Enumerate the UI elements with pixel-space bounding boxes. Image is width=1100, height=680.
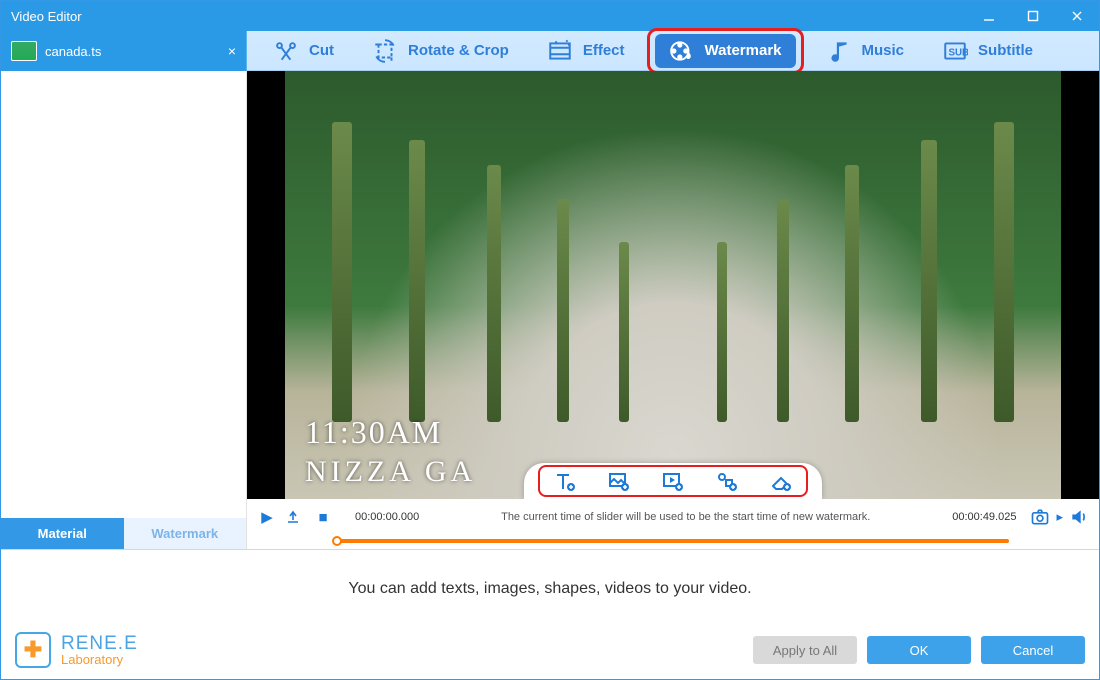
filmstrip-sparkle-icon: [547, 38, 573, 64]
snapshot-button[interactable]: [1030, 507, 1050, 527]
add-text-watermark[interactable]: [552, 469, 578, 495]
file-thumbnail: [11, 41, 37, 61]
file-tab-close[interactable]: ×: [228, 43, 236, 59]
close-icon: [1071, 10, 1083, 22]
toolbar-label: Rotate & Crop: [408, 42, 509, 59]
sidebar-tab-watermark[interactable]: Watermark: [124, 518, 247, 549]
image-plus-icon: [607, 470, 631, 494]
toolbar-label: Music: [862, 42, 905, 59]
file-tab-label: canada.ts: [45, 44, 101, 59]
minimize-button[interactable]: [967, 1, 1011, 31]
subtitle-icon: SUB: [942, 38, 968, 64]
timeline-slider[interactable]: [247, 535, 1099, 549]
toolbar-label: Effect: [583, 42, 625, 59]
scissors-icon: [273, 38, 299, 64]
end-time: 00:00:49.025: [952, 511, 1016, 523]
reel-droplet-icon: [669, 38, 695, 64]
add-image-watermark[interactable]: [606, 469, 632, 495]
tab-watermark[interactable]: Watermark: [655, 34, 796, 68]
music-note-icon: [826, 38, 852, 64]
minimize-icon: [983, 10, 995, 22]
eraser-plus-icon: [769, 470, 793, 494]
tab-effect[interactable]: Effect: [539, 35, 633, 67]
export-icon: [285, 509, 301, 525]
chevron-right-icon: ▸: [1056, 509, 1063, 525]
brand-logo-icon: ✚: [15, 632, 51, 668]
window-title: Video Editor: [11, 9, 967, 24]
stop-button[interactable]: ■: [313, 509, 333, 526]
sidebar-tab-material[interactable]: Material: [1, 518, 124, 549]
eraser-watermark[interactable]: [768, 469, 794, 495]
sidebar-tabs: Material Watermark: [1, 518, 246, 549]
footer: You can add texts, images, shapes, video…: [1, 549, 1099, 679]
volume-button[interactable]: [1069, 507, 1089, 527]
footer-hint: You can add texts, images, shapes, video…: [1, 550, 1099, 627]
transport-bar: ▶ ■ 00:00:00.000 The current time of sli…: [247, 499, 1099, 535]
text-plus-icon: [553, 470, 577, 494]
cancel-button[interactable]: Cancel: [981, 636, 1085, 664]
preview-panel: 11:30AM NIZZA GA: [247, 71, 1099, 549]
brand-line1: RENE.E: [61, 634, 138, 653]
add-shape-watermark[interactable]: [714, 469, 740, 495]
maximize-button[interactable]: [1011, 1, 1055, 31]
file-tab-strip: canada.ts ×: [1, 31, 247, 71]
slider-thumb[interactable]: [332, 536, 342, 546]
slider-track: [337, 539, 1009, 543]
add-video-watermark[interactable]: [660, 469, 686, 495]
tab-cut[interactable]: Cut: [265, 35, 342, 67]
svg-text:SUB: SUB: [949, 47, 969, 58]
sidebar-content: [1, 71, 246, 518]
ok-button[interactable]: OK: [867, 636, 971, 664]
crop-rotate-icon: [372, 38, 398, 64]
camera-icon: [1030, 507, 1050, 527]
export-frame-button[interactable]: [285, 509, 305, 525]
speaker-icon: [1069, 507, 1089, 527]
apply-all-button[interactable]: Apply to All: [753, 636, 857, 664]
maximize-icon: [1027, 10, 1039, 22]
brand: ✚ RENE.E Laboratory: [15, 632, 138, 668]
sidebar: Material Watermark: [1, 71, 247, 549]
video-preview[interactable]: 11:30AM NIZZA GA: [285, 71, 1061, 499]
title-bar: Video Editor: [1, 1, 1099, 31]
toolbar-label: Cut: [309, 42, 334, 59]
transport-hint: The current time of slider will be used …: [427, 511, 944, 523]
brand-line2: Laboratory: [61, 653, 138, 666]
play-button[interactable]: ▶: [257, 508, 277, 526]
overlay-title-text: NIZZA GA: [305, 455, 476, 489]
tab-music[interactable]: Music: [818, 35, 913, 67]
video-plus-icon: [661, 470, 685, 494]
close-button[interactable]: [1055, 1, 1099, 31]
toolbar-label: Watermark: [705, 42, 782, 59]
file-tab[interactable]: canada.ts ×: [1, 31, 247, 71]
window-controls: [967, 1, 1099, 31]
toolbar-label: Subtitle: [978, 42, 1033, 59]
watermark-tool-popup: [524, 463, 822, 499]
main-toolbar: Cut Rotate & Crop Effect Watermark Mu: [247, 31, 1099, 71]
shape-plus-icon: [715, 470, 739, 494]
current-time: 00:00:00.000: [355, 511, 419, 523]
tab-subtitle[interactable]: SUB Subtitle: [934, 35, 1041, 67]
tab-rotate-crop[interactable]: Rotate & Crop: [364, 35, 517, 67]
overlay-time-text: 11:30AM: [305, 414, 442, 451]
